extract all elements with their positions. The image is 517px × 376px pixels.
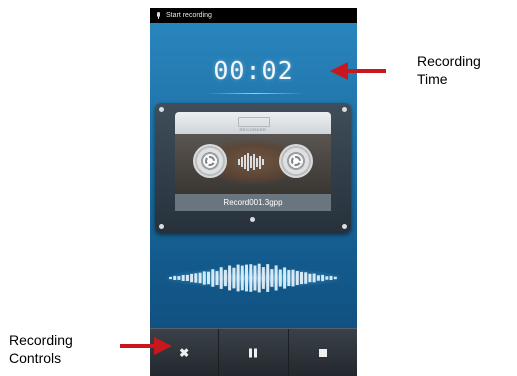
recording-controls: ✖: [150, 328, 357, 376]
screw-icon: [159, 107, 164, 112]
visualizer-bar: [177, 276, 181, 280]
visualizer-bar: [329, 275, 333, 280]
visualizer-bar: [232, 267, 236, 289]
controls-annotation-label: Recording Controls: [9, 331, 73, 367]
visualizer-bar: [202, 271, 206, 285]
visualizer-bar: [211, 269, 215, 287]
controls-annotation-arrow: [120, 337, 172, 355]
visualizer-bar: [270, 269, 274, 287]
recording-timer: 00:02: [213, 56, 294, 85]
visualizer-bar: [194, 273, 198, 283]
cassette-brand: RECORDER: [239, 127, 267, 132]
visualizer-bar: [333, 276, 337, 280]
cassette-label: RECORDER: [175, 112, 331, 134]
screw-icon: [342, 107, 347, 112]
visualizer-bar: [316, 275, 320, 281]
cassette-graphic: RECORDER Record001.3gpp: [155, 103, 351, 233]
visualizer-bar: [181, 275, 185, 281]
visualizer-bar: [287, 270, 291, 286]
visualizer-bar: [169, 276, 172, 280]
visualizer-bar: [325, 276, 329, 280]
visualizer-bar: [300, 271, 303, 285]
visualizer-bar: [240, 265, 244, 291]
indicator-dot-icon: [250, 217, 255, 222]
annotation-text: Recording: [417, 53, 481, 69]
visualizer-bar: [207, 271, 210, 285]
arrow-icon: [238, 117, 270, 127]
visualizer-bar: [223, 269, 227, 287]
right-reel-icon: [279, 144, 313, 178]
mic-icon: [156, 12, 161, 19]
time-annotation-arrow: [330, 62, 386, 80]
visualizer-bar: [228, 265, 232, 291]
reel-hub-icon: [291, 156, 301, 166]
stop-button[interactable]: [289, 329, 357, 376]
visualizer-bar: [321, 274, 325, 282]
visualizer-bar: [198, 272, 202, 284]
status-text: Start recording: [166, 12, 212, 19]
annotation-text: Time: [417, 71, 448, 87]
tape-window: [175, 134, 331, 194]
visualizer-bar: [278, 269, 282, 287]
visualizer-bar: [249, 264, 253, 292]
visualizer-bar: [266, 264, 270, 292]
timer-underline: [205, 93, 305, 94]
recording-filename: Record001.3gpp: [175, 194, 331, 211]
visualizer-bar: [283, 267, 287, 289]
visualizer-bar: [236, 264, 240, 292]
visualizer-bar: [215, 271, 219, 285]
screw-icon: [342, 224, 347, 229]
left-reel-icon: [193, 144, 227, 178]
annotation-text: Recording: [9, 332, 73, 348]
time-annotation-label: Recording Time: [417, 52, 481, 88]
reel-hub-icon: [205, 156, 215, 166]
annotation-text: Controls: [9, 350, 62, 366]
recorder-screen: Start recording 00:02 RECORDER Record001…: [150, 8, 357, 376]
visualizer-bar: [173, 275, 177, 280]
pause-icon: [249, 348, 258, 358]
stop-icon: [318, 349, 327, 357]
visualizer-bar: [219, 267, 223, 289]
status-bar: Start recording: [150, 8, 357, 23]
close-icon: ✖: [179, 346, 190, 360]
visualizer-bar: [291, 269, 295, 287]
visualizer-bar: [185, 274, 189, 281]
visualizer-bar: [261, 267, 265, 289]
visualizer-bar: [295, 271, 299, 285]
screw-icon: [159, 224, 164, 229]
visualizer-bar: [190, 273, 194, 283]
visualizer-bar: [257, 263, 261, 293]
visualizer-bar: [308, 273, 312, 283]
visualizer-bar: [304, 272, 308, 284]
audio-visualizer: [165, 258, 342, 298]
visualizer-bar: [253, 265, 257, 291]
visualizer-bar: [245, 264, 248, 292]
visualizer-bar: [312, 273, 316, 283]
visualizer-bar: [274, 265, 278, 291]
pause-button[interactable]: [219, 329, 289, 376]
waveform-icon: [169, 263, 337, 293]
mini-waveform-icon: [238, 152, 268, 172]
